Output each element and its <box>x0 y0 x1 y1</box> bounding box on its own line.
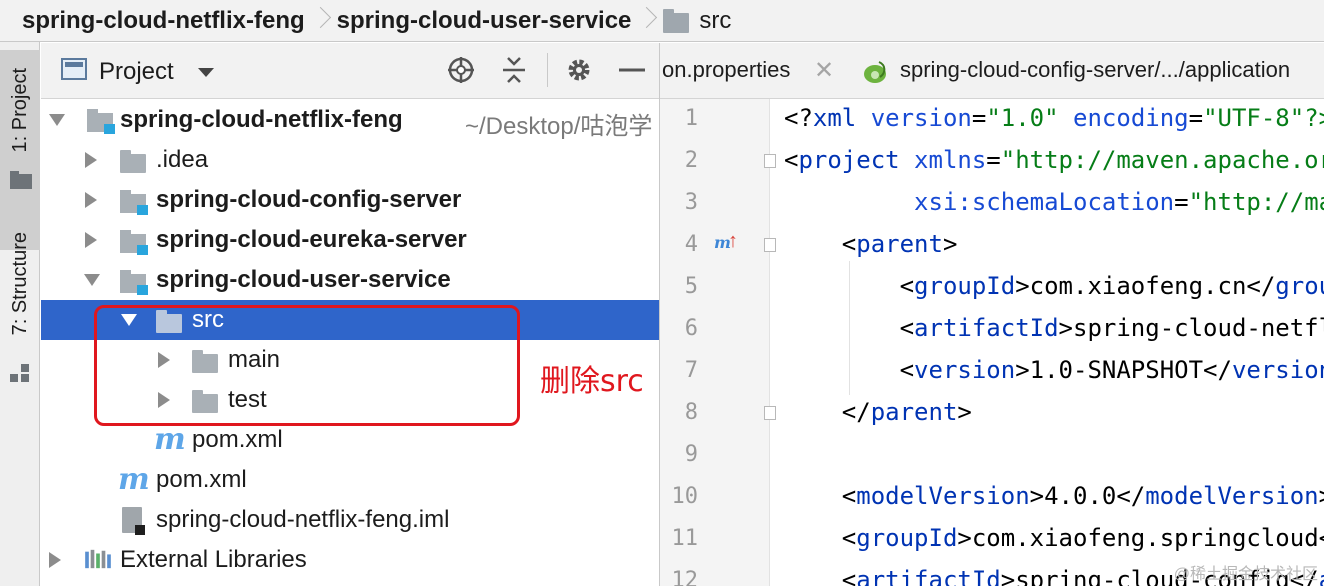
code-line[interactable]: <groupId>com.xiaofeng.springcloud</group… <box>784 524 1324 552</box>
line-number: 1 <box>684 106 698 131</box>
breadcrumb-current-label: src <box>699 6 732 34</box>
annotation-text: 删除src <box>540 364 644 399</box>
tree-item-root[interactable]: spring-cloud-netflix-feng ~/Desktop/咕泡学 <box>41 100 659 140</box>
expand-arrow-icon[interactable] <box>85 152 97 168</box>
line-number: 2 <box>684 148 698 173</box>
expand-arrow-icon[interactable] <box>49 552 61 568</box>
code-line[interactable]: <groupId>com.xiaofeng.cn</groupId> <box>784 272 1324 300</box>
breadcrumb-separator <box>311 0 331 42</box>
watermark: @稀土掘金技术社区 <box>1173 566 1318 583</box>
arrow-up-icon[interactable]: ↑ <box>728 230 738 253</box>
tool-window-strip: 1: Project 7: Structure <box>0 42 40 586</box>
line-number: 8 <box>684 400 698 425</box>
fold-marker-icon[interactable] <box>764 154 776 168</box>
tree-item-label: External Libraries <box>120 546 307 573</box>
iml-file-icon <box>122 507 145 535</box>
tree-item-config-server[interactable]: spring-cloud-config-server <box>41 180 659 220</box>
tab-properties[interactable]: on.properties <box>662 57 790 83</box>
project-view-icon <box>61 58 87 80</box>
line-number: 3 <box>684 190 698 215</box>
module-folder-icon <box>87 109 115 134</box>
line-number: 10 <box>671 484 699 509</box>
project-tool-label: 1: Project <box>9 68 31 153</box>
tree-item-label: spring-cloud-eureka-server <box>156 226 467 253</box>
breadcrumb-item-module[interactable]: spring-cloud-user-service <box>337 7 632 35</box>
line-number: 4 <box>684 232 698 257</box>
tree-item-label: pom.xml <box>192 426 283 453</box>
folder-icon <box>663 8 690 33</box>
tree-item-path: ~/Desktop/咕泡学 <box>465 113 653 140</box>
code-line[interactable]: <version>1.0-SNAPSHOT</version> <box>784 356 1324 384</box>
module-folder-icon <box>120 270 148 295</box>
breadcrumb-item-current[interactable]: src <box>663 7 731 35</box>
editor-tab-bar: on.properties ✕ spring-cloud-config-serv… <box>660 43 1324 99</box>
project-panel-header: Project <box>41 43 659 99</box>
folder-icon <box>10 171 32 189</box>
structure-icon <box>10 364 29 382</box>
structure-tool-button[interactable]: 7: Structure <box>0 232 40 432</box>
line-number: 5 <box>684 274 698 299</box>
tree-item-label: spring-cloud-user-service <box>156 266 451 293</box>
expand-arrow-icon[interactable] <box>85 232 97 248</box>
folder-icon <box>120 150 146 173</box>
breadcrumb-item-root[interactable]: spring-cloud-netflix-feng <box>22 7 305 35</box>
panel-title[interactable]: Project <box>99 58 174 86</box>
toolbar-divider <box>547 53 548 87</box>
expand-arrow-icon[interactable] <box>84 274 100 286</box>
chevron-down-icon[interactable] <box>198 68 214 77</box>
module-folder-icon <box>120 190 148 215</box>
tree-item-iml[interactable]: spring-cloud-netflix-feng.iml <box>41 500 659 540</box>
module-folder-icon <box>120 230 148 255</box>
code-line[interactable]: <modelVersion>4.0.0</modelVersion> <box>784 482 1324 510</box>
tree-item-label: .idea <box>156 146 209 173</box>
locate-icon[interactable] <box>446 55 476 85</box>
tree-item-external-libraries[interactable]: External Libraries <box>41 540 659 580</box>
fold-marker-icon[interactable] <box>764 406 776 420</box>
structure-tool-label: 7: Structure <box>9 232 31 336</box>
code-line[interactable]: </parent> <box>784 398 972 426</box>
breadcrumb-separator <box>637 0 657 42</box>
tree-item-label: spring-cloud-config-server <box>156 186 462 213</box>
tree-item-label: pom.xml <box>156 466 247 493</box>
collapse-all-icon[interactable] <box>499 55 529 85</box>
annotation-highlight-box <box>94 305 520 426</box>
tree-item-eureka-server[interactable]: spring-cloud-eureka-server <box>41 220 659 260</box>
line-number: 7 <box>684 358 698 383</box>
line-number: 9 <box>684 442 698 467</box>
code-line[interactable]: <?xml version="1.0" encoding="UTF-8"?> <box>784 104 1324 132</box>
maven-icon: m <box>118 462 150 497</box>
tab-application[interactable]: spring-cloud-config-server/.../applicati… <box>900 57 1290 83</box>
minimize-icon[interactable] <box>617 55 647 85</box>
fold-marker-icon[interactable] <box>764 238 776 252</box>
tree-item-label: spring-cloud-netflix-feng.iml <box>156 506 450 533</box>
expand-arrow-icon[interactable] <box>49 114 65 126</box>
maven-icon: m <box>154 422 186 457</box>
tree-item-idea[interactable]: .idea <box>41 140 659 180</box>
line-number: 11 <box>671 526 699 551</box>
library-icon <box>85 549 111 569</box>
code-line[interactable]: <artifactId>spring-cloud-netflix-feng</a… <box>784 314 1324 342</box>
code-line[interactable]: <parent> <box>784 230 958 258</box>
code-line[interactable]: <project xmlns="http://maven.apache.org/… <box>784 146 1324 174</box>
code-editor[interactable]: 1 2 3 4 5 6 7 8 9 10 11 12 m ↑ <?xml version="1.0" … <box>660 99 1324 586</box>
line-number: 12 <box>671 568 699 586</box>
tree-item-root-pom[interactable]: m pom.xml <box>41 460 659 500</box>
breadcrumb: spring-cloud-netflix-feng spring-cloud-u… <box>0 0 1324 42</box>
spring-boot-icon <box>864 61 886 83</box>
project-tool-button[interactable]: 1: Project <box>0 50 40 250</box>
close-icon[interactable]: ✕ <box>814 56 834 85</box>
gear-icon[interactable] <box>564 55 594 85</box>
tree-item-user-service[interactable]: spring-cloud-user-service <box>41 260 659 300</box>
line-number: 6 <box>684 316 698 341</box>
tree-item-module-pom[interactable]: m pom.xml <box>41 420 659 460</box>
expand-arrow-icon[interactable] <box>85 192 97 208</box>
tree-item-label: spring-cloud-netflix-feng <box>120 106 403 133</box>
code-line[interactable]: xsi:schemaLocation="http://maven.apache.… <box>784 188 1324 216</box>
